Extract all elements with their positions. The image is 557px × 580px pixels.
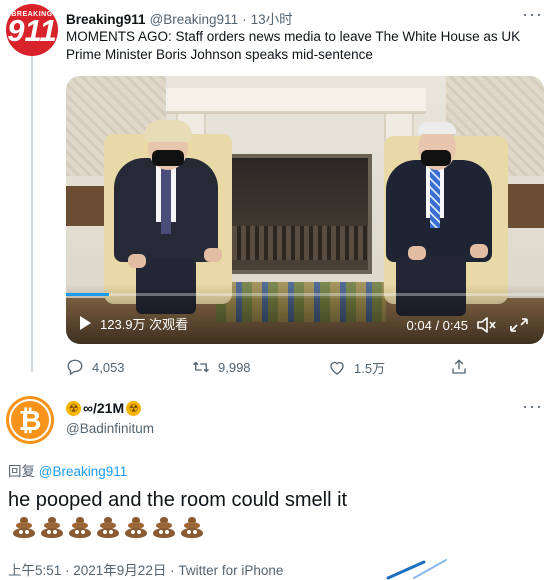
reply-text-block: he pooped and the room could smell it xyxy=(8,486,548,543)
play-icon[interactable] xyxy=(80,316,91,330)
display-name[interactable]: ∞/21M xyxy=(83,400,124,416)
more-icon[interactable]: ··· xyxy=(522,4,543,25)
hazard-icon: ☢ xyxy=(126,400,142,416)
reply-button[interactable]: 4,053 xyxy=(66,358,125,376)
share-button[interactable] xyxy=(450,358,468,376)
video-view-count: 123.9万 次观看 xyxy=(100,317,189,332)
poop-emoji-icon xyxy=(40,516,64,539)
replying-to: 回复 @Breaking911 xyxy=(8,460,127,480)
avatar[interactable]: ₿ xyxy=(6,396,54,444)
fullscreen-icon[interactable] xyxy=(508,316,530,334)
avatar-main-text: 911 xyxy=(7,13,57,48)
poop-emoji-icon xyxy=(68,516,92,539)
poop-emoji-row xyxy=(8,515,204,543)
mention-link[interactable]: @Breaking911 xyxy=(39,464,128,479)
thread-line xyxy=(31,54,33,372)
tweet-header: Breaking911 @Breaking911 · 13小时 xyxy=(66,8,293,28)
reply-name-row: ☢ ∞/21M ☢ xyxy=(66,400,142,416)
tweet-text: MOMENTS AGO: Staff orders news media to … xyxy=(66,29,521,62)
poop-emoji-icon xyxy=(96,516,120,539)
like-icon xyxy=(330,361,344,375)
poop-emoji-icon xyxy=(124,516,148,539)
tweet-time[interactable]: 13小时 xyxy=(251,8,293,28)
decorative-stroke xyxy=(386,559,447,580)
tweet-timestamp[interactable]: 上午5:51 · 2021年9月22日 · Twitter for iPhone xyxy=(8,559,283,579)
poop-emoji-icon xyxy=(12,516,36,539)
reply-text: he pooped and the room could smell it xyxy=(8,489,348,511)
bitcoin-icon: ₿ xyxy=(18,403,42,437)
video-progress-fill xyxy=(66,293,110,296)
video-player[interactable]: 123.9万 次观看 0:04 / 0:45 xyxy=(66,76,544,344)
replying-prefix: 回复 xyxy=(8,464,39,479)
poop-emoji-icon xyxy=(152,516,176,539)
like-count: 1.5万 xyxy=(354,361,386,376)
user-handle[interactable]: @Breaking911 xyxy=(150,12,239,27)
share-icon xyxy=(452,359,466,374)
retweet-button[interactable]: 9,998 xyxy=(192,358,251,376)
tweet-actions: 4,053 9,998 1.5万 xyxy=(66,358,476,378)
more-icon[interactable]: ··· xyxy=(522,396,543,417)
reply-icon xyxy=(67,359,83,376)
retweet-count: 9,998 xyxy=(218,359,251,375)
display-name[interactable]: Breaking911 xyxy=(66,12,146,27)
hazard-icon: ☢ xyxy=(66,400,81,416)
reply-count: 4,053 xyxy=(92,359,125,375)
video-time: 0:04 / 0:45 xyxy=(406,318,468,333)
user-handle[interactable]: @Badinfinitum xyxy=(66,421,154,436)
mute-icon[interactable] xyxy=(476,316,496,334)
video-progress-bar[interactable] xyxy=(66,293,544,296)
separator-dot: · xyxy=(242,12,247,27)
poop-emoji-icon xyxy=(180,516,204,539)
retweet-icon xyxy=(193,361,209,373)
like-button[interactable]: 1.5万 xyxy=(328,358,385,377)
avatar[interactable]: BREAKING 911 xyxy=(6,4,58,56)
